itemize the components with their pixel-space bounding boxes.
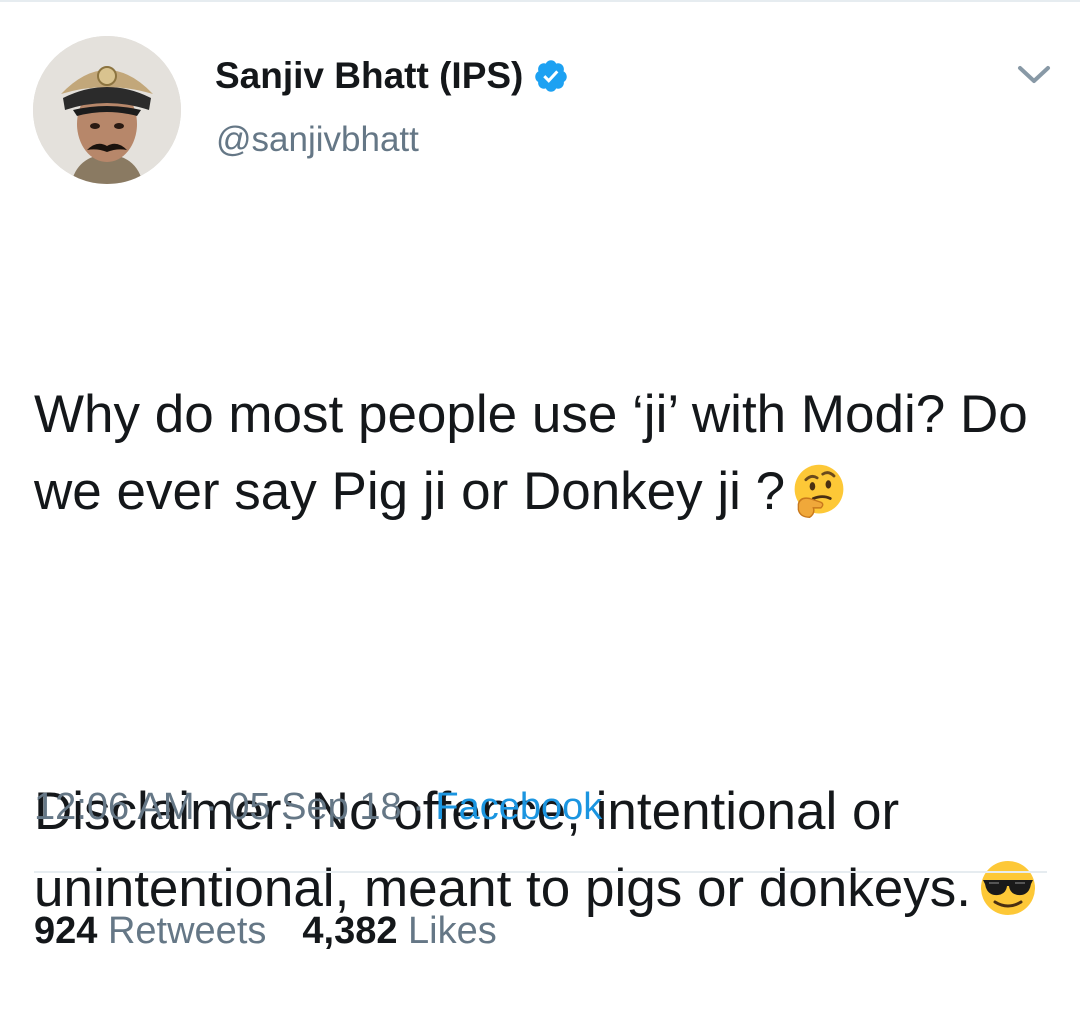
retweets-count: 924: [34, 910, 98, 952]
likes-count: 4,382: [302, 910, 398, 952]
retweets-label: Retweets: [107, 910, 267, 952]
likes-label: Likes: [408, 910, 497, 952]
meta-separator: ·: [401, 786, 436, 828]
tweet-date[interactable]: 05 Sep 18: [228, 786, 401, 828]
more-options-button[interactable]: [1012, 58, 1056, 92]
user-handle[interactable]: @sanjivbhatt: [216, 120, 419, 160]
thinking-face-emoji-icon: [789, 461, 849, 542]
chevron-down-icon: [1018, 66, 1050, 83]
avatar-photo: [33, 36, 181, 184]
top-divider: [0, 0, 1080, 2]
tweet-time[interactable]: 12:06 AM: [34, 786, 195, 828]
author-name-row: Sanjiv Bhatt (IPS): [215, 52, 569, 100]
stats-divider: [34, 871, 1047, 873]
avatar[interactable]: [33, 36, 181, 184]
meta-separator: ·: [194, 786, 229, 828]
tweet-text: Why do most people use ‘ji’ with Modi? D…: [34, 222, 1054, 1016]
tweet-meta: 12:06 AM · 05 Sep 18 · Facebook: [34, 786, 602, 829]
tweet-stats: 924 Retweets 4,382 Likes: [34, 910, 497, 953]
display-name[interactable]: Sanjiv Bhatt (IPS): [215, 55, 523, 97]
tweet-paragraph: Why do most people use ‘ji’ with Modi? D…: [34, 376, 1054, 542]
retweets-stat[interactable]: 924 Retweets: [34, 910, 266, 953]
likes-stat[interactable]: 4,382 Likes: [302, 910, 496, 953]
tweet-paragraph-1-text: Why do most people use ‘ji’ with Modi? D…: [34, 385, 1043, 521]
tweet-source-link[interactable]: Facebook: [435, 786, 602, 828]
verified-badge-icon: [533, 58, 569, 94]
